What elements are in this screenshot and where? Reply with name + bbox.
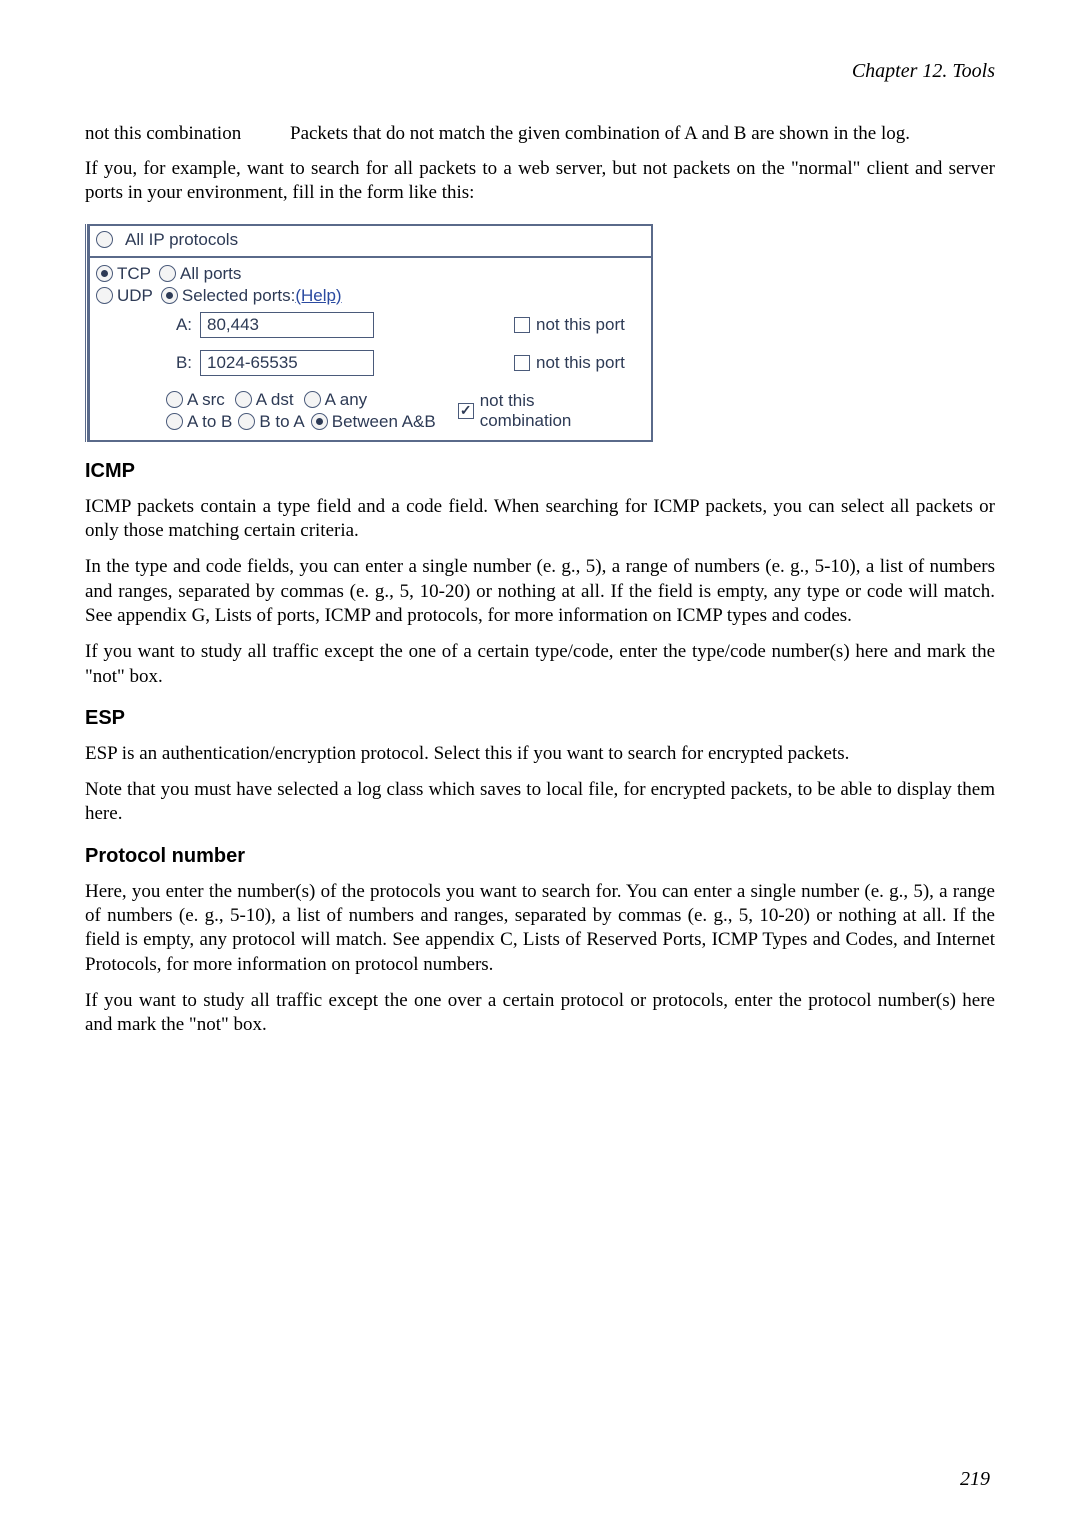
esp-paragraph-2: Note that you must have selected a log c… <box>85 778 995 827</box>
page-number: 219 <box>960 1468 990 1491</box>
a-any-label: A any <box>325 390 368 410</box>
not-this-port-b-label: not this port <box>536 353 625 373</box>
udp-radio[interactable] <box>96 287 113 304</box>
between-ab-radio[interactable] <box>311 413 328 430</box>
not-this-port-a-checkbox[interactable] <box>514 317 530 333</box>
between-ab-label: Between A&B <box>332 412 436 432</box>
a-dst-radio[interactable] <box>235 391 252 408</box>
a-dst-label: A dst <box>256 390 294 410</box>
port-filter-figure: All IP protocols TCP All ports UDP Selec… <box>85 224 995 442</box>
selected-ports-radio[interactable] <box>161 287 178 304</box>
port-b-label: B: <box>96 353 200 373</box>
tcp-radio[interactable] <box>96 265 113 282</box>
b-to-a-radio[interactable] <box>238 413 255 430</box>
chapter-header: Chapter 12. Tools <box>85 60 995 83</box>
all-ip-protocols-radio[interactable] <box>96 231 113 248</box>
icmp-paragraph-1: ICMP packets contain a type field and a … <box>85 495 995 544</box>
combination-label: combination <box>480 411 572 431</box>
definition-term: not this combination <box>85 123 290 145</box>
a-to-b-radio[interactable] <box>166 413 183 430</box>
udp-label: UDP <box>117 286 153 306</box>
esp-paragraph-1: ESP is an authentication/encryption prot… <box>85 742 995 766</box>
icmp-paragraph-2: In the type and code fields, you can ent… <box>85 555 995 628</box>
help-link[interactable]: (Help) <box>295 286 341 306</box>
not-this-label: not this <box>480 391 572 411</box>
port-a-input[interactable]: 80,443 <box>200 312 374 338</box>
not-this-port-b-checkbox[interactable] <box>514 355 530 371</box>
port-b-input[interactable]: 1024-65535 <box>200 350 374 376</box>
b-to-a-label: B to A <box>259 412 304 432</box>
all-ports-radio[interactable] <box>159 265 176 282</box>
icmp-heading: ICMP <box>85 460 995 483</box>
selected-ports-label: Selected ports: <box>182 286 295 306</box>
not-this-port-a-label: not this port <box>536 315 625 335</box>
a-any-radio[interactable] <box>304 391 321 408</box>
esp-heading: ESP <box>85 707 995 730</box>
protocol-number-paragraph-2: If you want to study all traffic except … <box>85 989 995 1038</box>
not-this-combination-checkbox[interactable] <box>458 403 474 419</box>
all-ip-protocols-label: All IP protocols <box>125 230 238 250</box>
port-a-label: A: <box>96 315 200 335</box>
a-src-label: A src <box>187 390 225 410</box>
tcp-label: TCP <box>117 264 151 284</box>
all-ports-label: All ports <box>180 264 241 284</box>
protocol-number-paragraph-1: Here, you enter the number(s) of the pro… <box>85 880 995 977</box>
icmp-paragraph-3: If you want to study all traffic except … <box>85 640 995 689</box>
a-src-radio[interactable] <box>166 391 183 408</box>
intro-paragraph: If you, for example, want to search for … <box>85 157 995 206</box>
protocol-number-heading: Protocol number <box>85 845 995 868</box>
a-to-b-label: A to B <box>187 412 232 432</box>
definition-description: Packets that do not match the given comb… <box>290 123 995 145</box>
